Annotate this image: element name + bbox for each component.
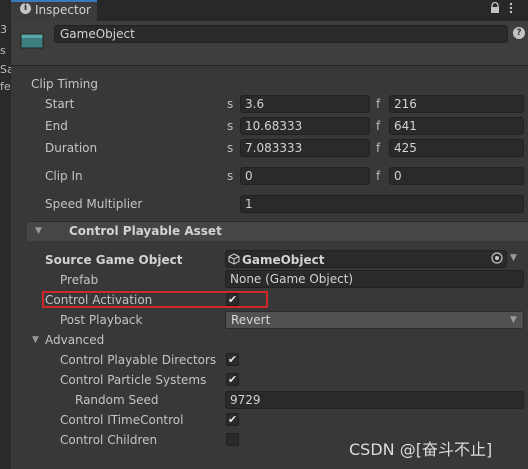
control-itimecontrol-label: Control ITimeControl <box>60 413 184 427</box>
advanced-foldout[interactable]: Advanced <box>45 332 104 348</box>
end-seconds-field[interactable]: 10.68333 <box>240 117 370 135</box>
clip-in-seconds-field[interactable]: 0 <box>240 167 370 185</box>
frames-unit: f <box>376 97 381 111</box>
gameobject-name-field[interactable]: GameObject <box>54 25 508 43</box>
seconds-unit: s <box>227 97 234 111</box>
prefab-field[interactable]: None (Game Object) <box>225 270 524 288</box>
left-strip-text: s <box>0 44 6 57</box>
random-seed-label: Random Seed <box>75 393 159 407</box>
control-playable-directors-checkbox[interactable]: ✔ <box>226 353 239 366</box>
help-icon[interactable]: ? <box>513 27 525 39</box>
clip-in-label: Clip In <box>45 169 83 183</box>
control-particle-systems-checkbox[interactable]: ✔ <box>226 373 239 386</box>
control-children-checkbox[interactable] <box>226 433 239 446</box>
source-game-object-label: Source Game Object <box>45 253 183 267</box>
end-label: End <box>45 119 68 133</box>
random-seed-field[interactable]: 9729 <box>225 391 524 409</box>
left-strip-text: fe <box>0 80 11 93</box>
seconds-unit: s <box>227 169 234 183</box>
dropdown-arrow-icon[interactable]: ▼ <box>510 250 517 266</box>
start-seconds-field[interactable]: 3.6 <box>240 95 370 113</box>
start-frames-field[interactable]: 216 <box>389 95 524 113</box>
control-playable-directors-label: Control Playable Directors <box>60 353 217 367</box>
control-particle-systems-label: Control Particle Systems <box>60 373 207 387</box>
source-game-object-value: GameObject <box>242 253 325 267</box>
end-frames-field[interactable]: 641 <box>389 117 524 135</box>
watermark: CSDN @[奋斗不止] <box>349 440 493 459</box>
left-strip-text: Sa <box>0 63 11 76</box>
seconds-unit: s <box>227 119 234 133</box>
chevron-down-icon[interactable]: ▼ <box>32 332 39 348</box>
annotation-highlight-box <box>42 291 268 308</box>
frames-unit: f <box>376 141 381 155</box>
prefab-label: Prefab <box>60 273 99 287</box>
chevron-down-icon[interactable]: ▼ <box>510 312 517 328</box>
left-strip-text: 3 <box>0 23 7 36</box>
post-playback-label: Post Playback <box>60 313 143 327</box>
speed-multiplier-label: Speed Multiplier <box>45 197 143 211</box>
tab-inspector-label: Inspector <box>35 3 91 17</box>
duration-label: Duration <box>45 141 98 155</box>
clip-in-frames-field[interactable]: 0 <box>389 167 524 185</box>
cube-icon <box>228 253 240 268</box>
start-label: Start <box>45 97 75 111</box>
control-itimecontrol-checkbox[interactable]: ✔ <box>226 413 239 426</box>
info-icon: i <box>20 3 31 14</box>
section-title: Control Playable Asset <box>69 224 222 238</box>
frames-unit: f <box>376 119 381 133</box>
chevron-down-icon[interactable]: ▼ <box>35 223 42 239</box>
kebab-menu-icon[interactable] <box>509 2 513 18</box>
frames-unit: f <box>376 169 381 183</box>
control-children-label: Control Children <box>60 433 158 447</box>
gameobject-icon <box>20 33 44 49</box>
post-playback-dropdown[interactable]: Revert <box>225 311 524 329</box>
duration-frames-field[interactable]: 425 <box>389 139 524 157</box>
speed-multiplier-field[interactable]: 1 <box>240 195 524 213</box>
seconds-unit: s <box>227 141 234 155</box>
left-panel-strip: 3 s Sa fe <box>0 0 11 469</box>
lock-icon[interactable] <box>490 1 500 17</box>
duration-seconds-field[interactable]: 7.083333 <box>240 139 370 157</box>
object-picker-icon[interactable] <box>491 252 503 267</box>
clip-timing-title: Clip Timing <box>31 77 99 91</box>
